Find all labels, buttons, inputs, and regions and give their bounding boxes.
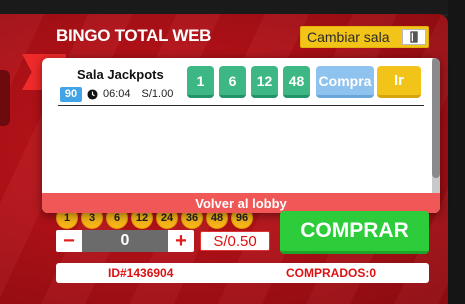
- status-bar: ID#1436904 COMPRADOS:0: [56, 263, 429, 283]
- divider: [58, 105, 424, 106]
- modal-scrollbar[interactable]: [432, 58, 440, 193]
- door-exit-icon: [402, 29, 426, 45]
- change-room-label: Cambiar sala: [307, 29, 390, 45]
- room-name: Sala Jackpots: [77, 67, 164, 82]
- plus-button[interactable]: +: [168, 230, 194, 252]
- comprar-button[interactable]: COMPRAR: [280, 211, 429, 254]
- room-price: S/1.00: [141, 88, 174, 100]
- room-time: 06:04: [103, 88, 131, 100]
- stepper-value: 0: [120, 232, 130, 249]
- room-select-modal: Sala Jackpots 90 06:04 S/1.00 1 6 12 48 …: [42, 58, 440, 213]
- card-price: S/0.50: [200, 231, 270, 251]
- clock-icon: [87, 88, 98, 100]
- game-title: BINGO TOTAL WEB: [56, 26, 212, 45]
- purchased-count: COMPRADOS:0: [286, 266, 377, 280]
- buy-button[interactable]: Compra: [316, 66, 374, 98]
- quantity-12-button[interactable]: 12: [251, 66, 278, 98]
- back-to-lobby-button[interactable]: Volver al lobby: [42, 193, 440, 213]
- room-meta: 90 06:04 S/1.00: [60, 86, 173, 102]
- go-button[interactable]: Ir: [377, 66, 421, 98]
- minus-button[interactable]: −: [56, 230, 82, 252]
- player-id: ID#1436904: [108, 266, 174, 280]
- change-room-button[interactable]: Cambiar sala: [300, 26, 429, 48]
- quantity-48-button[interactable]: 48: [283, 66, 310, 98]
- room-number-badge: 90: [60, 86, 82, 102]
- right-frame: [448, 0, 465, 304]
- quantity-6-button[interactable]: 6: [219, 66, 246, 98]
- quantity-stepper: − 0 +: [56, 230, 194, 252]
- modal-scrollbar-thumb[interactable]: [432, 58, 440, 178]
- left-scroll-handle[interactable]: [0, 70, 10, 126]
- quantity-1-button[interactable]: 1: [187, 66, 214, 98]
